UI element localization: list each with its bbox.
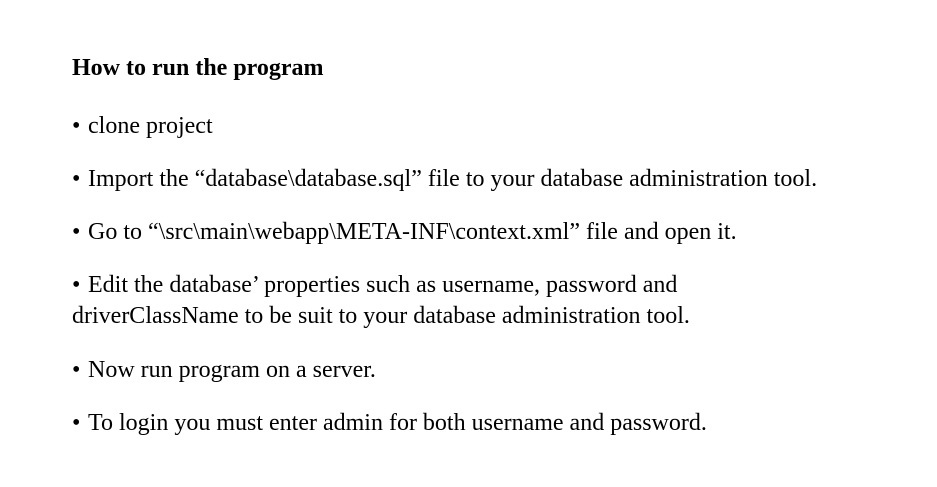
document-heading: How to run the program [72, 55, 324, 81]
list-item-text: To login you must enter admin for both u… [88, 410, 707, 436]
bullet-icon: • [72, 166, 81, 192]
list-item: • Go to “\src\main\webapp\META-INF\contex… [72, 217, 737, 248]
list-item-text: Go to “\src\main\webapp\META-INF\context… [88, 219, 737, 245]
list-item: • Now run program on a server. [72, 355, 376, 386]
bullet-icon: • [72, 272, 81, 298]
list-item-text: Import the “database\database.sql” file … [88, 166, 818, 192]
bullet-icon: • [72, 410, 81, 436]
bullet-icon: • [72, 219, 81, 245]
list-item: • Import the “database\database.sql” file… [72, 164, 817, 195]
bullet-icon: • [72, 357, 81, 383]
list-item-text: Now run program on a server. [88, 357, 376, 383]
bullet-icon: • [72, 113, 81, 139]
list-item-text: clone project [88, 113, 213, 139]
list-item: • clone project [72, 111, 213, 142]
list-item: • Edit the database’ properties such as u… [72, 270, 690, 332]
list-item-text: Edit the database’ properties such as us… [88, 272, 678, 298]
list-item: • To login you must enter admin for both … [72, 408, 707, 439]
list-item-continuation: driverClassName to be suit to your datab… [72, 303, 690, 329]
